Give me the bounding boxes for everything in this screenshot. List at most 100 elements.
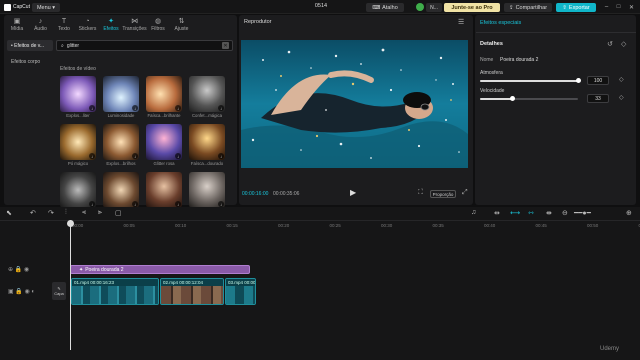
zoom-in-icon[interactable]: ⊕ <box>626 209 632 217</box>
download-icon[interactable]: ↓ <box>175 105 181 111</box>
zoom-slider[interactable]: ━━●━ <box>574 209 591 217</box>
upload-icon: ⇧ <box>562 4 567 11</box>
playhead[interactable] <box>70 220 71 350</box>
download-icon[interactable]: ↓ <box>175 153 181 159</box>
effects-icon: ✦ <box>108 18 114 25</box>
redo-icon[interactable]: ↷ <box>48 209 54 217</box>
share-button[interactable]: ⇪ Compartilhar <box>504 3 552 12</box>
effect-card[interactable]: ↓ Faísca...brilhante <box>146 76 182 121</box>
effect-thumbnail: ↓ <box>60 76 96 112</box>
reset-icon[interactable]: ↺ <box>607 40 613 48</box>
tab-transitions[interactable]: ⋈ Transições <box>122 17 147 35</box>
sidebar-item[interactable]: • Efeitos de v... <box>7 40 53 51</box>
effect-card[interactable]: ↓ Glitter rosa <box>146 124 182 169</box>
ruler-tick: 00:50 <box>587 223 599 228</box>
search-input[interactable]: ⌕ glitter ✕ <box>56 40 233 51</box>
text-icon: T <box>61 18 67 25</box>
join-pro-button[interactable]: Junte-se ao Pro <box>444 3 500 12</box>
param-label: Velocidade <box>480 88 505 94</box>
zoom-out-icon[interactable]: ⊖ <box>562 209 568 217</box>
download-icon[interactable]: ↓ <box>132 105 138 111</box>
effect-thumbnail: ↓ <box>103 76 139 112</box>
download-icon[interactable]: ↓ <box>89 153 95 159</box>
ratio-button[interactable]: Proporção <box>430 190 456 198</box>
export-button[interactable]: ⇧ Exportar <box>556 3 596 12</box>
playhead-handle[interactable] <box>67 220 74 227</box>
time-ruler[interactable] <box>70 221 640 233</box>
select-tool-icon[interactable]: ⬉ <box>6 209 12 217</box>
tab-media[interactable]: ▣ Mídia <box>6 17 28 35</box>
download-icon[interactable]: ↓ <box>89 105 95 111</box>
video-clip[interactable]: 02.mp4 00:00:12:04 <box>160 278 224 305</box>
effect-track-controls[interactable]: ⊕ 🔒 ◉ <box>8 266 29 273</box>
keyboard-icon: ⌨ <box>372 4 381 11</box>
split-right-icon[interactable]: ⫸ <box>98 209 102 217</box>
tab-label: Transições <box>122 26 147 32</box>
delete-icon[interactable]: ▢ <box>115 209 122 217</box>
param-slider[interactable] <box>480 96 578 101</box>
keyframe-icon[interactable]: ◇ <box>619 94 624 101</box>
param-value-input[interactable]: 33 <box>587 94 609 103</box>
shortcut-button[interactable]: ⌨ Atalho <box>366 3 404 12</box>
main-track-controls[interactable]: ▣ 🔒 ◉ ◐ <box>8 288 35 295</box>
maximize-icon[interactable]: □ <box>614 2 623 12</box>
tab-adjust[interactable]: ⇅ Ajuste <box>171 17 193 35</box>
effect-clip[interactable]: ✦ Poeira dourada 2 <box>70 265 250 274</box>
keyframe-icon[interactable]: ◇ <box>619 76 624 83</box>
play-icon[interactable]: ▶ <box>350 188 356 197</box>
link-icon[interactable]: ⇹ <box>494 209 500 217</box>
section-label: Efeitos de vídeo <box>60 66 96 72</box>
download-icon[interactable]: ↓ <box>218 153 224 159</box>
clear-icon[interactable]: ✕ <box>222 42 229 49</box>
effect-card[interactable]: ↓ Explos...liter <box>60 76 96 121</box>
tab-special-effects[interactable]: Efeitos especiais <box>480 20 521 26</box>
shortcut-label: Atalho <box>382 4 398 11</box>
snap-icon[interactable]: ⇿ <box>528 209 534 217</box>
split-icon[interactable]: ⫶ <box>65 209 67 217</box>
minimize-icon[interactable]: – <box>602 2 611 12</box>
menu-button[interactable]: Menu ▾ <box>32 3 60 12</box>
undo-icon[interactable]: ↶ <box>30 209 36 217</box>
microphone-icon[interactable]: ♫ <box>471 209 476 216</box>
effect-thumbnail: ↓ <box>146 76 182 112</box>
slider-knob[interactable] <box>509 96 515 101</box>
video-preview[interactable] <box>241 40 468 168</box>
video-clip[interactable]: 03.mp4 00:00 <box>225 278 256 305</box>
download-icon[interactable]: ↓ <box>132 153 138 159</box>
tab-label: Ajuste <box>174 26 189 32</box>
preview-axis-icon[interactable]: ⇼ <box>546 209 552 217</box>
tab-filters[interactable]: ◍ Filtros <box>147 17 169 35</box>
effect-card[interactable]: ↓ Confet...mágica <box>189 76 225 121</box>
focus-icon[interactable]: ⛶ <box>418 189 423 197</box>
user-name[interactable]: N... <box>426 3 442 12</box>
param-slider[interactable] <box>480 78 581 83</box>
tab-sticker[interactable]: ◔ Stickers <box>77 17 99 35</box>
filters-icon: ◍ <box>154 18 162 25</box>
tab-text[interactable]: T Texto <box>53 17 75 35</box>
effect-card[interactable]: ↓ Pó mágico <box>60 124 96 169</box>
magnet-icon[interactable]: ⟷ <box>510 209 520 217</box>
effect-card[interactable]: ↓ Explos...brilhos <box>103 124 139 169</box>
param-value-input[interactable]: 100 <box>587 76 609 85</box>
avatar[interactable] <box>416 3 424 11</box>
audio-icon: ♪ <box>38 18 43 25</box>
split-left-icon[interactable]: ⫷ <box>82 209 86 217</box>
download-icon[interactable]: ↓ <box>218 105 224 111</box>
menu-icon[interactable]: ☰ <box>458 18 464 26</box>
slider-knob[interactable] <box>575 78 581 83</box>
effect-label: Pó mágico <box>67 161 89 166</box>
keyframe-icon[interactable]: ◇ <box>621 40 626 48</box>
clip-label: 03.mp4 00:00 <box>226 279 255 286</box>
video-clip[interactable]: 01.mp4 00:00:16:23 <box>71 278 159 305</box>
close-icon[interactable]: ✕ <box>627 2 636 12</box>
ruler-tick: 00:05 <box>123 223 135 228</box>
effect-card[interactable]: ↓ Luminosidade <box>103 76 139 121</box>
cover-button[interactable]: ✎ Capa <box>52 282 66 300</box>
timeline-toolbar <box>0 207 640 221</box>
tab-audio[interactable]: ♪ Áudio <box>30 17 52 35</box>
effect-card[interactable]: ↓ Faísca...dourado <box>189 124 225 169</box>
sidebar-item[interactable]: Efeitos corpo <box>7 56 53 67</box>
tab-effects[interactable]: ✦ Efeitos <box>100 17 122 35</box>
effect-label: Confet...mágica <box>191 113 223 118</box>
fullscreen-icon[interactable]: ⤢ <box>462 189 468 197</box>
